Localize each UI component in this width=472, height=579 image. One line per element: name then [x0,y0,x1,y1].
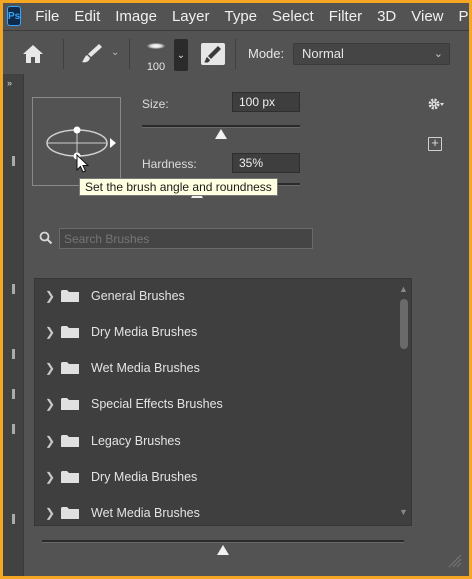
hardness-label: Hardness: [142,157,197,171]
photoshop-window: Ps File Edit Image Layer Type Select Fil… [3,3,469,576]
chevron-right-icon[interactable]: ❯ [45,361,55,375]
list-item[interactable]: ❯ Dry Media Brushes [35,315,395,351]
gear-icon[interactable] [427,96,445,112]
brush-group-name: Special Effects Brushes [91,397,223,411]
brush-groups-list: ❯ General Brushes ❯ Dry Media Brushes ❯ … [34,278,412,526]
toolbar-separator [235,39,236,69]
folder-icon [61,470,79,484]
collapse-panel-icon[interactable]: » [7,78,12,88]
preview-size-slider-track[interactable] [42,540,404,543]
list-scrollbar[interactable]: ▲ ▼ [397,279,411,525]
brush-group-name: Wet Media Brushes [91,506,200,520]
menu-bar: Ps File Edit Image Layer Type Select Fil… [3,3,469,29]
brush-angle-roundness-preview[interactable] [32,97,121,186]
toggle-brush-panel-icon[interactable] [201,43,225,65]
size-input[interactable]: 100 px [232,92,300,112]
menu-3d[interactable]: 3D [377,8,396,25]
tool-slot[interactable] [12,284,15,294]
search-brushes-input[interactable] [59,228,313,249]
list-item[interactable]: ❯ Legacy Brushes [35,424,395,460]
chevron-right-icon[interactable]: ❯ [45,289,55,303]
folder-icon [61,289,79,303]
menu-plugins[interactable]: Pl [459,8,469,25]
menu-type[interactable]: Type [225,8,258,25]
list-item[interactable]: ❯ Wet Media Brushes [35,351,395,387]
tool-slot[interactable] [12,349,15,359]
folder-icon [61,361,79,375]
folder-icon [61,434,79,448]
tool-slot[interactable] [12,389,15,399]
search-icon [39,231,53,245]
size-slider-track[interactable] [142,125,300,128]
preview-size-slider-thumb[interactable] [217,545,229,555]
menu-edit[interactable]: Edit [74,8,100,25]
menu-file[interactable]: File [35,8,59,25]
tool-slot[interactable] [12,514,15,524]
brush-size-readout: 100 [146,61,166,73]
mode-label: Mode: [248,46,285,61]
chevron-right-icon[interactable]: ❯ [45,506,55,520]
brush-group-name: Dry Media Brushes [91,325,198,339]
brush-picker-toggle[interactable]: ⌄ [174,39,188,71]
folder-icon [61,397,79,411]
menu-view[interactable]: View [411,8,443,25]
plus-icon: + [431,135,439,150]
brush-preset-chevron-icon[interactable]: ⌄ [111,47,119,58]
brush-group-name: Dry Media Brushes [91,470,198,484]
folder-icon [61,506,79,520]
menu-layer[interactable]: Layer [172,8,210,25]
blend-mode-select[interactable]: Normal ⌄ [293,43,450,65]
brush-group-name: Wet Media Brushes [91,361,200,375]
chevron-right-icon[interactable]: ❯ [45,325,55,339]
list-item[interactable]: ❯ Special Effects Brushes [35,387,395,423]
list-item[interactable]: ❯ General Brushes [35,279,395,315]
tooltip: Set the brush angle and roundness [79,178,278,196]
create-new-preset-icon[interactable]: + [428,135,442,151]
chevron-down-icon: ⌄ [433,48,443,60]
blend-mode-value: Normal [302,46,344,61]
menu-image[interactable]: Image [115,8,157,25]
chevron-right-icon[interactable]: ❯ [45,397,55,411]
scrollbar-thumb[interactable] [400,299,408,349]
brush-tip-dot [147,43,165,49]
brush-group-name: Legacy Brushes [91,434,181,448]
brush-icon[interactable] [79,42,105,66]
brush-preset-picker: Size: 100 px Hardness: 35% + Set the bru… [23,74,469,576]
hardness-input[interactable]: 35% [232,153,300,173]
tool-slot[interactable] [12,424,15,434]
menu-filter[interactable]: Filter [329,8,362,25]
tool-slot[interactable] [12,156,15,166]
size-label: Size: [142,97,169,111]
options-bar: ⌄ 100 ⌄ Mode: Normal ⌄ [3,30,469,74]
toolbar-separator [129,39,130,69]
toolbar-separator [63,39,64,69]
home-icon[interactable] [21,43,45,65]
scroll-up-icon[interactable]: ▲ [399,284,408,294]
list-item[interactable]: ❯ Wet Media Brushes [35,496,395,525]
chevron-right-icon[interactable]: ❯ [45,434,55,448]
chevron-down-icon: ⌄ [176,49,186,61]
list-item[interactable]: ❯ Dry Media Brushes [35,460,395,496]
brush-preset-preview[interactable]: 100 [141,37,171,75]
brush-group-name: General Brushes [91,289,185,303]
chevron-right-icon[interactable]: ❯ [45,470,55,484]
resize-grip-icon[interactable] [446,552,462,568]
folder-icon [61,325,79,339]
menu-select[interactable]: Select [272,8,314,25]
scroll-down-icon[interactable]: ▼ [399,507,408,517]
tools-panel-strip: » [3,74,23,576]
size-slider-thumb[interactable] [215,129,227,139]
photoshop-logo[interactable]: Ps [7,6,22,26]
